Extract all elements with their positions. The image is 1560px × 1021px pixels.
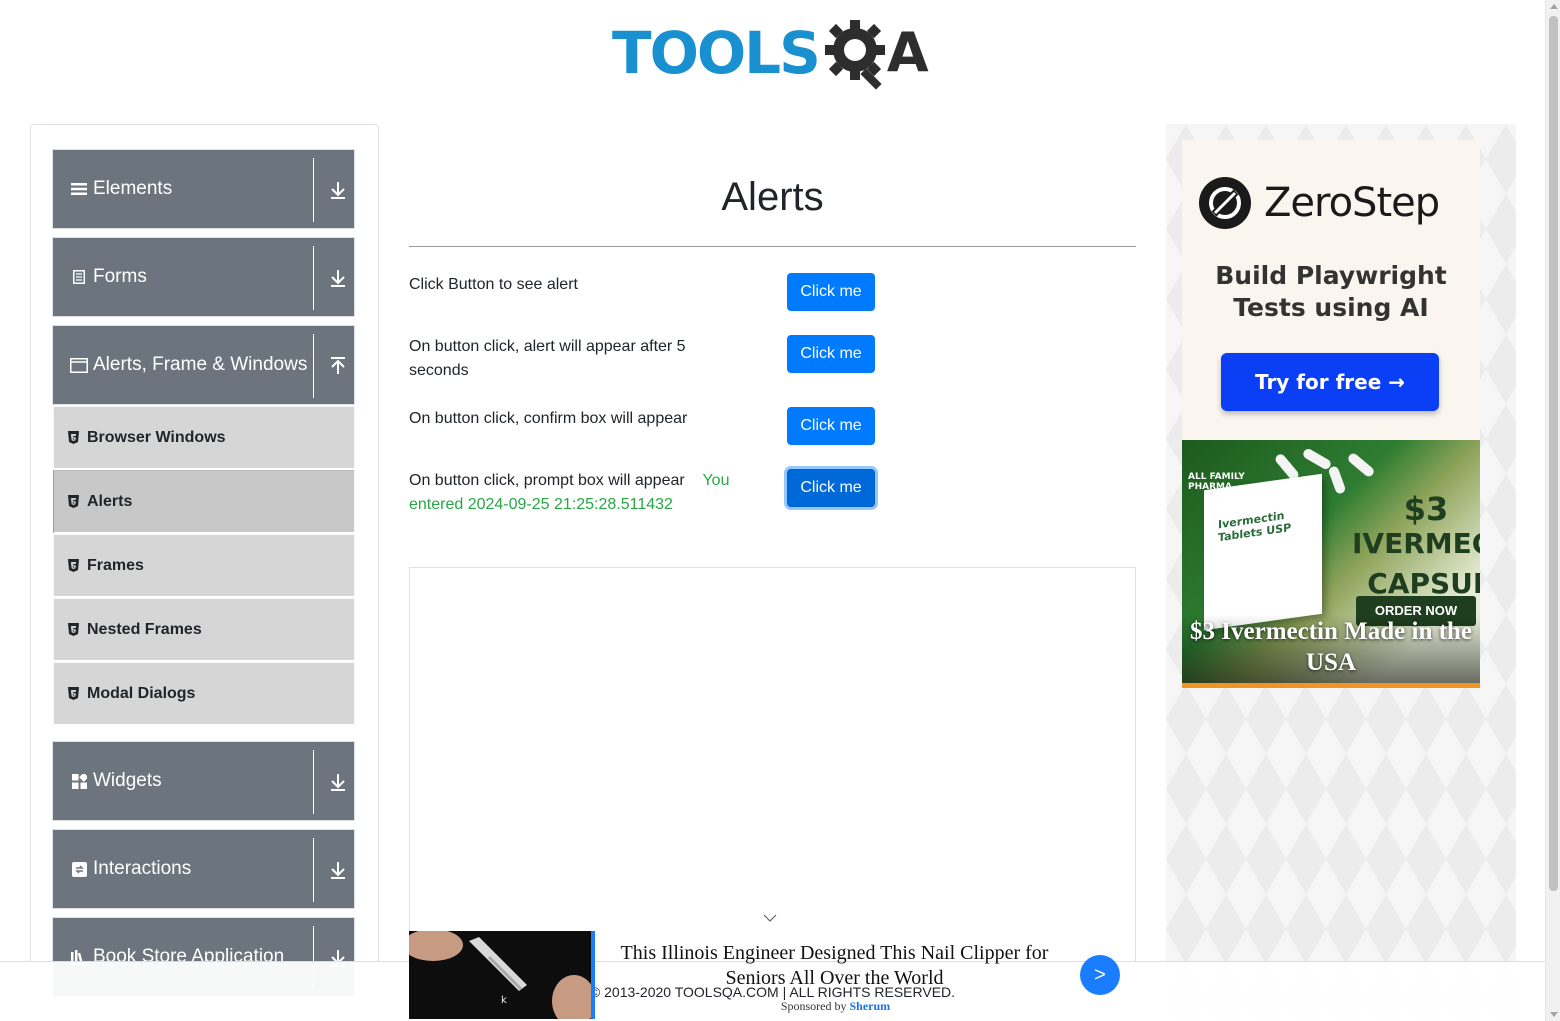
nail-clipper-image: k <box>409 931 591 1019</box>
html5-icon <box>68 687 79 700</box>
group-header-interactions[interactable]: Interactions <box>52 829 355 909</box>
menu-item-label: Modal Dialogs <box>87 684 196 702</box>
zerostep-tagline: Build Playwright Tests using AI <box>1182 260 1480 324</box>
zerostep-tagline-line2: Tests using AI <box>1233 293 1429 322</box>
widgets-icon <box>70 772 88 790</box>
sidebar-group-elements[interactable]: Elements <box>52 149 355 229</box>
sidebar-group-widgets[interactable]: Widgets <box>52 741 355 821</box>
native-ad[interactable]: k This Illinois Engineer Designed This N… <box>409 931 1136 1019</box>
zerostep-brand: ZeroStep <box>1264 180 1440 226</box>
sidebar-group-alerts-frame-windows[interactable]: Alerts, Frame & Windows <box>52 325 355 405</box>
svg-text:k: k <box>501 995 507 1006</box>
confirm-button[interactable]: Click me <box>787 407 875 445</box>
sidebar-group-forms[interactable]: Forms <box>52 237 355 317</box>
nail-clipper-photo: k <box>409 931 591 1019</box>
html5-icon <box>68 431 79 444</box>
divider <box>313 246 314 310</box>
ad-headline[interactable]: $3 Ivermectin Made in the USA <box>1182 614 1480 684</box>
scroll-thumb[interactable] <box>1549 16 1558 891</box>
html5-icon <box>68 559 79 572</box>
html5-icon <box>68 623 79 636</box>
html5-icon <box>68 495 79 508</box>
chevron-down-icon[interactable] <box>763 913 777 923</box>
zerostep-logo: ZeroStep <box>1198 176 1440 230</box>
group-header-elements[interactable]: Elements <box>52 149 355 229</box>
menu-item-browser-windows[interactable]: Browser Windows <box>53 406 355 470</box>
upload-arrow-icon <box>331 357 345 374</box>
scroll-up-arrow-icon[interactable] <box>1550 4 1558 9</box>
try-for-free-button[interactable]: Try for free → <box>1221 353 1439 411</box>
menu-item-label: Alerts <box>87 492 133 510</box>
download-arrow-icon <box>331 182 345 199</box>
group-label: Elements <box>93 178 173 199</box>
title-divider <box>409 246 1136 247</box>
pharma-brand-line1: ALL FAMILY <box>1188 472 1245 482</box>
logo-text-tools: TOOLS <box>612 19 821 87</box>
menu-item-label: Frames <box>87 556 144 574</box>
group-label: Forms <box>93 266 147 287</box>
native-ad-title[interactable]: This Illinois Engineer Designed This Nai… <box>607 941 1062 991</box>
ad-accent-bar <box>1182 683 1480 688</box>
interactions-icon <box>70 860 88 878</box>
alert-description: On button click, prompt box will appear … <box>409 469 739 517</box>
zerostep-logo-icon <box>1199 177 1251 229</box>
menu-item-modal-dialogs[interactable]: Modal Dialogs <box>53 662 355 726</box>
group-label: Alerts, Frame & Windows <box>93 354 308 375</box>
group-label: Widgets <box>93 770 162 791</box>
divider <box>313 158 314 222</box>
timer-alert-button[interactable]: Click me <box>787 335 875 373</box>
alert-description: On button click, alert will appear after… <box>409 338 686 379</box>
menu-item-label: Nested Frames <box>87 620 202 638</box>
download-arrow-icon <box>331 862 345 879</box>
logo-text-a: A <box>886 21 929 84</box>
divider <box>313 334 314 398</box>
ad-product-line1: IVERMECTIN <box>1352 527 1480 560</box>
window-icon <box>70 356 88 374</box>
alert-description: On button click, confirm box will appear <box>409 410 688 427</box>
download-arrow-icon <box>331 270 345 287</box>
medicine-package: Ivermectin Tablets USP <box>1204 473 1322 631</box>
group-header-widgets[interactable]: Widgets <box>52 741 355 821</box>
ad-product: IVERMECTIN CAPSULES <box>1352 524 1480 604</box>
prompt-description-text: On button click, prompt box will appear <box>409 472 685 489</box>
divider <box>313 838 314 902</box>
alert-description: Click Button to see alert <box>409 276 578 293</box>
alert-button[interactable]: Click me <box>787 273 875 311</box>
package-label: Ivermectin Tablets USP <box>1218 508 1291 544</box>
vertical-scrollbar[interactable] <box>1545 0 1560 1021</box>
page: TOOLS A Elements Forms Alerts, Frame & W… <box>0 0 1560 1021</box>
menu-item-label: Browser Windows <box>87 428 226 446</box>
hamburger-icon <box>70 180 88 198</box>
zerostep-tagline-line1: Build Playwright <box>1215 261 1447 290</box>
document-icon <box>70 268 88 286</box>
ivermectin-ad[interactable]: ALL FAMILY PHARMA Ivermectin Tablets USP… <box>1182 440 1480 688</box>
scroll-down-arrow-icon[interactable] <box>1550 1012 1558 1017</box>
gear-magnifier-icon <box>824 20 885 90</box>
menu-item-alerts[interactable]: Alerts <box>53 470 355 534</box>
menu-item-frames[interactable]: Frames <box>53 534 355 598</box>
zerostep-ad[interactable]: ZeroStep Build Playwright Tests using AI… <box>1182 140 1480 440</box>
group-label: Interactions <box>93 858 192 879</box>
divider <box>313 750 314 814</box>
alerts-frame-windows-menu: Browser Windows Alerts Frames Nested Fra… <box>53 406 355 726</box>
toolsqa-logo[interactable]: TOOLS A <box>612 14 937 92</box>
sidebar-group-interactions[interactable]: Interactions <box>52 829 355 909</box>
native-next-button[interactable]: > <box>1080 955 1120 995</box>
menu-item-nested-frames[interactable]: Nested Frames <box>53 598 355 662</box>
ad-price: $3 <box>1403 490 1449 528</box>
page-title: Alerts <box>721 175 824 219</box>
group-header-alerts-frame-windows[interactable]: Alerts, Frame & Windows <box>52 325 355 405</box>
group-header-forms[interactable]: Forms <box>52 237 355 317</box>
download-arrow-icon <box>331 774 345 791</box>
sidebar: Elements Forms Alerts, Frame & Windows B… <box>30 124 379 1021</box>
native-accent-bar <box>591 931 595 1019</box>
prompt-button[interactable]: Click me <box>787 469 875 507</box>
